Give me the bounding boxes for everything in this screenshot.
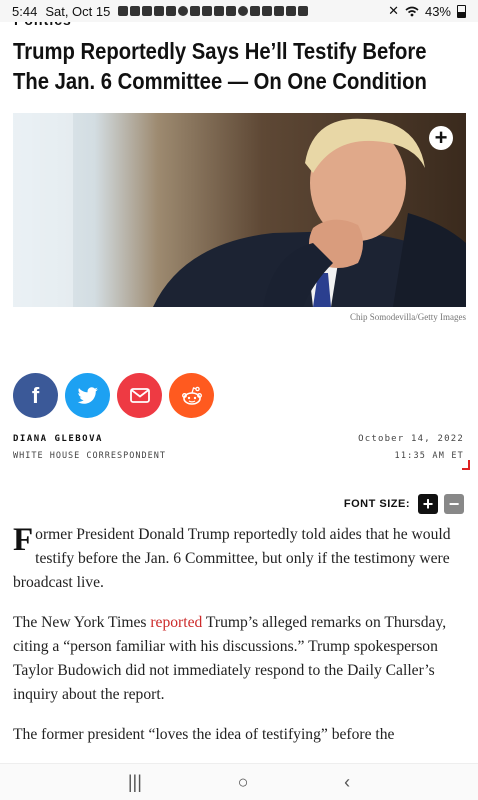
recent-apps-button[interactable]: |||: [128, 772, 142, 793]
notification-icon: [166, 6, 177, 16]
notification-icon: [178, 6, 189, 16]
paragraph: The former president “loves the idea of …: [13, 723, 465, 747]
email-icon: [129, 388, 150, 403]
twitter-icon: [77, 386, 98, 404]
notification-icon: [250, 6, 261, 16]
paragraph-text: ormer President Donald Trump reportedly …: [13, 526, 451, 591]
wifi-icon: [405, 6, 419, 16]
share-reddit-button[interactable]: [169, 373, 214, 418]
battery-level: 43%: [424, 3, 451, 19]
font-size-control: FONT SIZE: + −: [344, 494, 464, 514]
notification-icons: [118, 6, 309, 16]
paragraph: The New York Times reported Trump’s alle…: [13, 611, 465, 707]
plus-icon: +: [434, 125, 448, 150]
image-credit: Chip Somodevilla/Getty Images: [350, 312, 466, 322]
article-headline: Trump Reportedly Says He’ll Testify Befo…: [13, 38, 427, 94]
notification-icon: [298, 6, 309, 16]
notification-icon: [238, 6, 249, 16]
notification-icon: [130, 6, 141, 16]
paragraph: Former President Donald Trump reportedly…: [13, 523, 465, 595]
notification-icon: [262, 6, 273, 16]
font-decrease-button[interactable]: −: [444, 494, 464, 514]
share-bar: f: [13, 373, 214, 418]
mute-icon: ✕: [388, 3, 399, 18]
paragraph-text: The former president “loves the idea of …: [13, 726, 395, 743]
back-button[interactable]: ‹: [344, 772, 350, 793]
notification-icon: [190, 6, 201, 16]
notification-icon: [118, 6, 129, 16]
corner-accent: [462, 460, 470, 470]
system-nav-bar: ||| ○ ‹: [0, 763, 478, 800]
photo-illustration: [13, 113, 466, 307]
author-name[interactable]: DIANA GLEBOVA: [13, 434, 103, 444]
expand-image-button[interactable]: +: [429, 126, 453, 150]
home-button[interactable]: ○: [238, 772, 249, 793]
battery-icon: [457, 4, 466, 18]
share-email-button[interactable]: [117, 373, 162, 418]
notification-icon: [214, 6, 225, 16]
notification-icon: [142, 6, 153, 16]
notification-icon: [154, 6, 165, 16]
share-twitter-button[interactable]: [65, 373, 110, 418]
reported-link[interactable]: reported: [150, 614, 202, 631]
clock: 5:44: [12, 3, 38, 19]
status-date: Sat, Oct 15: [45, 3, 111, 19]
publish-time: 11:35 AM ET: [394, 451, 464, 461]
drop-cap: F: [13, 522, 34, 558]
hero-image[interactable]: +: [13, 113, 466, 307]
author-role: WHITE HOUSE CORRESPONDENT: [13, 451, 166, 461]
notification-icon: [202, 6, 213, 16]
notification-icon: [286, 6, 297, 16]
notification-icon: [226, 6, 237, 16]
status-bar: 5:44 Sat, Oct 15 ✕ 43%: [0, 0, 478, 22]
font-size-label: FONT SIZE:: [343, 498, 410, 510]
article-body: Former President Donald Trump reportedly…: [13, 523, 465, 763]
paragraph-text: The New York Times: [13, 614, 151, 631]
font-increase-button[interactable]: +: [418, 494, 438, 514]
notification-icon: [274, 6, 285, 16]
reddit-icon: [181, 386, 202, 405]
publish-date: October 14, 2022: [358, 434, 464, 444]
share-facebook-button[interactable]: f: [13, 373, 58, 418]
facebook-icon: f: [31, 382, 40, 408]
